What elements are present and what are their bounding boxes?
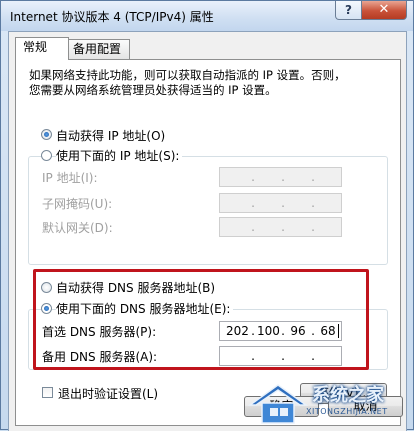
- tab-general[interactable]: 常规: [15, 37, 69, 60]
- general-tab-panel: 如果网络支持此功能，则可以获取自动指派的 IP 设置。否则， 您需要从网络系统管…: [15, 59, 401, 426]
- dialog-window: Internet 协议版本 4 (TCP/IPv4) 属性 ? ✕ 常规 备用配…: [0, 0, 414, 431]
- ip-manual-label[interactable]: 使用下面的 IP 地址(S):: [56, 147, 183, 164]
- validate-checkbox[interactable]: [42, 387, 53, 398]
- default-gateway-label: 默认网关(D):: [42, 221, 113, 235]
- tab-alternate-config[interactable]: 备用配置: [68, 39, 130, 59]
- window-title: Internet 协议版本 4 (TCP/IPv4) 属性: [10, 10, 214, 24]
- description-line-2: 您需要从网络系统管理员处获得适当的 IP 设置。: [29, 83, 277, 97]
- dialog-client: 常规 备用配置 如果网络支持此功能，则可以获取自动指派的 IP 设置。否则， 您…: [8, 31, 407, 431]
- watermark-text: 系统之家: [312, 385, 384, 406]
- ip-address-label: IP 地址(I):: [42, 171, 98, 185]
- ip-auto-radio[interactable]: [41, 129, 52, 140]
- title-bar[interactable]: Internet 协议版本 4 (TCP/IPv4) 属性 ? ✕: [1, 1, 413, 31]
- dns-highlight-box: [33, 269, 369, 370]
- subnet-mask-label: 子网掩码(U):: [42, 197, 113, 211]
- watermark-url: XITONGZHIJIA.NET: [306, 407, 388, 416]
- description-line-1: 如果网络支持此功能，则可以获取自动指派的 IP 设置。否则，: [29, 68, 346, 82]
- ip-auto-label[interactable]: 自动获得 IP 地址(O): [56, 127, 165, 144]
- site-watermark: 系统之家 XITONGZHIJIA.NET: [246, 377, 413, 431]
- close-icon: ✕: [378, 2, 390, 17]
- validate-label[interactable]: 退出时验证设置(L): [58, 385, 158, 402]
- default-gateway-field: ...: [219, 217, 342, 237]
- subnet-mask-field: ...: [219, 193, 342, 213]
- ip-manual-radio[interactable]: [41, 150, 52, 161]
- help-button[interactable]: ?: [335, 1, 362, 20]
- description-text: 如果网络支持此功能，则可以获取自动指派的 IP 设置。否则， 您需要从网络系统管…: [29, 68, 346, 98]
- house-logo-icon: [247, 384, 309, 424]
- ip-address-field: ...: [219, 167, 342, 187]
- close-button[interactable]: ✕: [361, 1, 407, 20]
